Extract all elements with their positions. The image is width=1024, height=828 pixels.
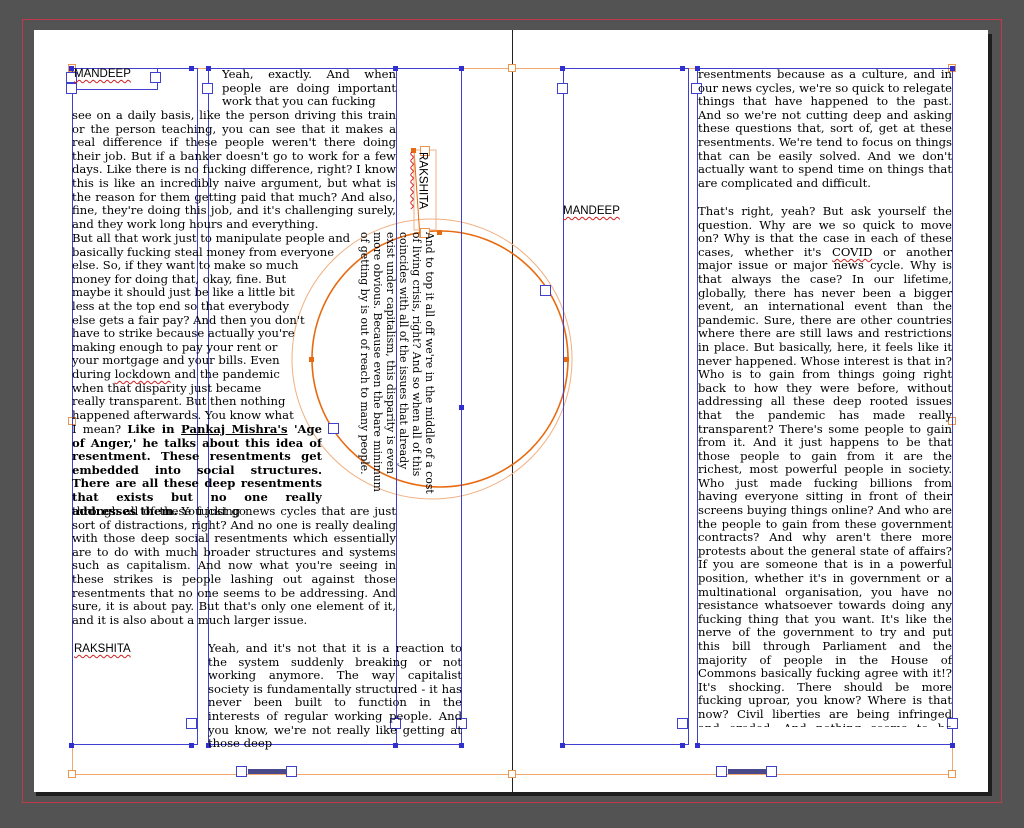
frame-corner[interactable] xyxy=(950,743,955,748)
text-frame-right-col1[interactable] xyxy=(563,68,689,745)
page-size-control[interactable] xyxy=(236,766,298,777)
frame-in-port[interactable] xyxy=(557,83,568,94)
frame-corner[interactable] xyxy=(459,66,464,71)
speaker-label-rakshita: RAKSHITA xyxy=(74,643,131,655)
text-column1-main[interactable]: see on a daily basis, like the person dr… xyxy=(72,109,396,231)
spell-flagged-word: lockdown xyxy=(114,366,171,381)
right-text-main[interactable]: That's right, yeah? But ask yourself the… xyxy=(698,205,952,727)
frame-corner[interactable] xyxy=(206,66,211,71)
frame-corner[interactable] xyxy=(560,66,565,71)
frame-corner[interactable] xyxy=(680,743,685,748)
pasteboard[interactable]: MANDEEP Yeah, exactly. And when people a… xyxy=(0,0,1024,828)
frame-corner[interactable] xyxy=(695,743,700,748)
frame-corner[interactable] xyxy=(189,66,194,71)
speaker-label-mandeep: MANDEEP xyxy=(74,68,131,80)
frame-corner[interactable] xyxy=(69,743,74,748)
vertical-rotated-text[interactable]: And to top it all off we're in the middl… xyxy=(324,232,436,496)
vertical-speaker-label[interactable]: RAKSHITA xyxy=(416,152,430,209)
frame-corner[interactable] xyxy=(189,743,194,748)
text-column2-bottom[interactable]: Yeah, and it's not that it is a reaction… xyxy=(208,642,462,751)
path-handle[interactable] xyxy=(540,285,551,296)
text-column1-rest[interactable]: through all of these fucking news cycles… xyxy=(72,505,396,627)
frame-corner[interactable] xyxy=(680,66,685,71)
page-size-control[interactable] xyxy=(716,766,778,777)
frame-out-port[interactable] xyxy=(150,72,161,83)
frame-side[interactable] xyxy=(459,405,464,410)
right-text-top[interactable]: resentments because as a culture, and in… xyxy=(698,68,952,190)
frame-in-port[interactable] xyxy=(202,83,213,94)
frame-corner[interactable] xyxy=(560,743,565,748)
frame-out-port[interactable] xyxy=(186,718,197,729)
frame-in-port[interactable] xyxy=(66,83,77,94)
frame-out-port[interactable] xyxy=(677,718,688,729)
text-column2-top[interactable]: Yeah, exactly. And when people are doing… xyxy=(222,68,396,109)
text-column1-quote[interactable]: I mean? Like in Pankaj Mishra's 'Age of … xyxy=(72,423,322,518)
speaker-label-mandeep-right: MANDEEP xyxy=(563,205,620,217)
